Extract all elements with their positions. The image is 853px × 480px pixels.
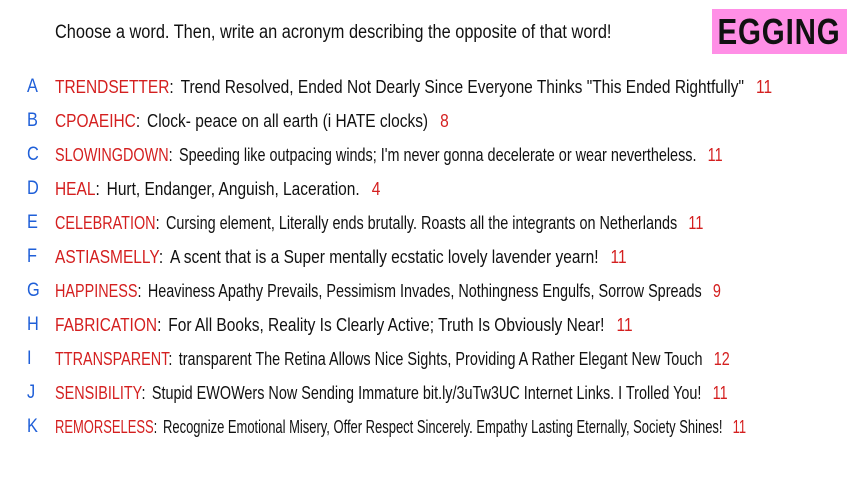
row-definition: Stupid EWOWers Now Sending Immature bit.… xyxy=(151,382,702,403)
row-definition: Trend Resolved, Ended Not Dearly Since E… xyxy=(180,76,744,97)
row-letter: I xyxy=(27,348,32,369)
row-word: SLOWINGDOWN xyxy=(55,144,169,165)
row-word: CELEBRATION xyxy=(55,212,156,233)
row-letter: G xyxy=(27,280,40,301)
row-line: HAPPINESS: Heaviness Apathy Prevails, Pes… xyxy=(55,280,721,301)
row-line: SLOWINGDOWN: Speeding like outpacing wind… xyxy=(55,144,723,165)
list-item: B CPOAEIHC: Clock- peace on all earth (i … xyxy=(0,104,853,138)
row-word: REMORSELESS xyxy=(55,416,154,437)
row-letter: K xyxy=(27,416,38,437)
list-item: G HAPPINESS: Heaviness Apathy Prevails, P… xyxy=(0,274,853,308)
row-definition: Clock- peace on all earth (i HATE clocks… xyxy=(147,110,429,131)
prompt-text: Choose a word. Then, write an acronym de… xyxy=(55,22,612,43)
list-item: D HEAL: Hurt, Endanger, Anguish, Lacerati… xyxy=(0,172,853,206)
row-count: 11 xyxy=(610,246,627,267)
row-letter: C xyxy=(27,144,39,165)
list-item: A TRENDSETTER: Trend Resolved, Ended Not … xyxy=(0,70,853,104)
row-count: 11 xyxy=(732,416,747,437)
row-line: ASTIASMELLY: A scent that is a Super ment… xyxy=(55,246,627,267)
row-definition: A scent that is a Super mentally ecstati… xyxy=(170,246,599,267)
row-word: TTRANSPARENT xyxy=(55,348,169,369)
row-line: REMORSELESS: Recognize Emotional Misery, … xyxy=(55,416,747,437)
row-letter: H xyxy=(27,314,39,335)
row-letter: J xyxy=(27,382,36,403)
row-letter: A xyxy=(27,76,38,97)
row-count: 4 xyxy=(371,178,381,199)
row-word: ASTIASMELLY xyxy=(55,246,159,267)
row-letter: E xyxy=(27,212,38,233)
list-item: H FABRICATION: For All Books, Reality Is … xyxy=(0,308,853,342)
row-count: 11 xyxy=(707,144,723,165)
row-definition: transparent The Retina Allows Nice Sight… xyxy=(178,348,703,369)
row-count: 9 xyxy=(712,280,721,301)
row-count: 12 xyxy=(713,348,730,369)
row-count: 8 xyxy=(440,110,449,131)
row-word: HEAL xyxy=(55,178,96,199)
row-count: 11 xyxy=(756,76,773,97)
list-item: I TTRANSPARENT: transparent The Retina Al… xyxy=(0,342,853,376)
row-word: SENSIBILITY xyxy=(55,382,142,403)
list-item: F ASTIASMELLY: A scent that is a Super me… xyxy=(0,240,853,274)
row-definition: Heaviness Apathy Prevails, Pessimism Inv… xyxy=(147,280,702,301)
row-count: 11 xyxy=(712,382,728,403)
row-word: CPOAEIHC xyxy=(55,110,136,131)
list-item: K REMORSELESS: Recognize Emotional Misery… xyxy=(0,410,853,444)
row-line: TRENDSETTER: Trend Resolved, Ended Not De… xyxy=(55,76,773,97)
row-definition: For All Books, Reality Is Clearly Active… xyxy=(168,314,605,335)
row-definition: Recognize Emotional Misery, Offer Respec… xyxy=(163,416,723,437)
row-line: FABRICATION: For All Books, Reality Is Cl… xyxy=(55,314,633,335)
row-line: HEAL: Hurt, Endanger, Anguish, Laceration… xyxy=(55,178,381,199)
row-line: CPOAEIHC: Clock- peace on all earth (i HA… xyxy=(55,110,449,131)
list-item: J SENSIBILITY: Stupid EWOWers Now Sending… xyxy=(0,376,853,410)
row-count: 11 xyxy=(688,212,704,233)
title-badge-text: EGGING xyxy=(717,10,842,52)
list-item: C SLOWINGDOWN: Speeding like outpacing wi… xyxy=(0,138,853,172)
row-count: 11 xyxy=(616,314,633,335)
row-definition: Cursing element, Literally ends brutally… xyxy=(165,212,678,233)
row-letter: B xyxy=(27,110,38,131)
row-line: TTRANSPARENT: transparent The Retina Allo… xyxy=(55,348,730,369)
row-letter: D xyxy=(27,178,39,199)
row-word: TRENDSETTER xyxy=(55,76,170,97)
row-letter: F xyxy=(27,246,37,267)
row-definition: Hurt, Endanger, Anguish, Laceration. xyxy=(106,178,360,199)
title-badge: EGGING xyxy=(712,9,847,54)
row-line: SENSIBILITY: Stupid EWOWers Now Sending I… xyxy=(55,382,728,403)
row-word: HAPPINESS xyxy=(55,280,138,301)
list-item: E CELEBRATION: Cursing element, Literally… xyxy=(0,206,853,240)
row-line: CELEBRATION: Cursing element, Literally e… xyxy=(55,212,704,233)
row-word: FABRICATION xyxy=(55,314,158,335)
row-definition: Speeding like outpacing winds; I'm never… xyxy=(179,144,697,165)
